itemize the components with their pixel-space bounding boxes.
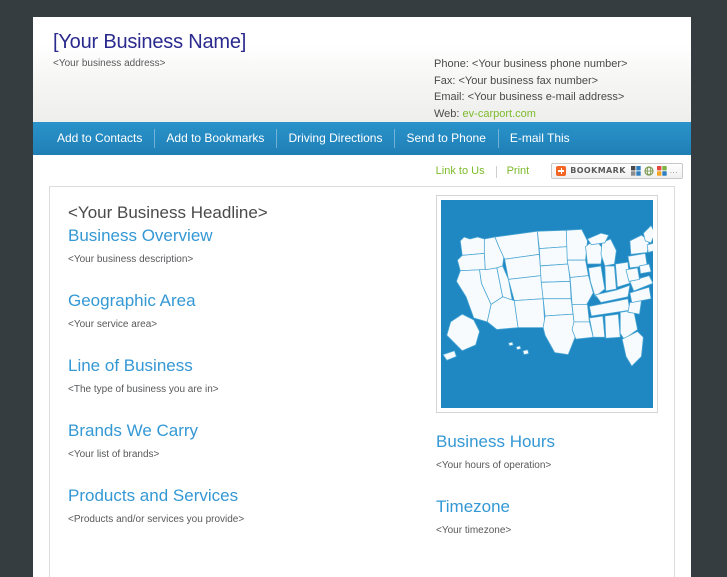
nav-add-to-contacts[interactable]: Add to Contacts <box>45 122 154 155</box>
section-heading: Geographic Area <box>68 291 196 310</box>
section-body: <Your hours of operation> <box>436 460 552 471</box>
section-body: <The type of business you are in> <box>68 384 219 395</box>
link-to-us-link[interactable]: Link to Us <box>425 165 496 177</box>
section-body: <Your list of brands> <box>68 449 160 460</box>
usa-map-icon <box>441 200 653 408</box>
right-column-sections: Business Hours <Your hours of operation>… <box>436 430 671 538</box>
section-line-of-business: Line of Business <The type of business y… <box>68 354 418 397</box>
contact-email: Email: <Your business e-mail address> <box>434 91 625 103</box>
contact-fax: Fax: <Your business fax number> <box>434 74 599 87</box>
service-area-map <box>436 195 658 413</box>
page-header: [Your Business Name] <Your business addr… <box>33 17 691 122</box>
section-heading: Line of Business <box>68 356 193 375</box>
section-heading: Timezone <box>436 497 511 516</box>
print-link[interactable]: Print <box>495 165 541 178</box>
content-right-column: Business Hours <Your hours of operation>… <box>436 195 671 538</box>
more-options-icon[interactable]: ... <box>670 166 678 175</box>
section-business-overview: Business Overview <Your business descrip… <box>68 224 418 267</box>
windows-share-icon <box>630 165 641 176</box>
bookmark-label: BOOKMARK <box>570 166 626 175</box>
utility-links-row: Link to Us Print BOOKMARK ... <box>33 155 691 186</box>
business-profile-card: [Your Business Name] <Your business addr… <box>33 17 691 577</box>
section-heading: Business Overview <box>68 226 213 245</box>
section-body: <Your timezone> <box>436 525 512 536</box>
section-heading: Products and Services <box>68 486 239 505</box>
business-headline: <Your Business Headline> <box>68 203 268 222</box>
nav-send-to-phone[interactable]: Send to Phone <box>394 122 497 155</box>
content-left-column: <Your Business Headline> Business Overvi… <box>68 201 418 527</box>
globe-icon <box>644 165 654 176</box>
section-geographic-area: Geographic Area <Your service area> <box>68 289 418 332</box>
section-heading: Business Hours <box>436 432 556 451</box>
nav-add-to-bookmarks[interactable]: Add to Bookmarks <box>154 122 276 155</box>
business-identity: [Your Business Name] <Your business addr… <box>53 30 246 70</box>
plus-icon <box>556 165 567 176</box>
profile-content-box: <Your Business Headline> Business Overvi… <box>49 186 675 577</box>
section-body: <Products and/or services you provide> <box>68 514 245 525</box>
action-navbar: Add to Contacts Add to Bookmarks Driving… <box>33 122 691 155</box>
contact-web-label: Web: <box>434 107 460 120</box>
section-body: <Your service area> <box>68 319 158 330</box>
contact-info: Phone: <Your business phone number> Fax:… <box>434 56 627 122</box>
section-business-hours: Business Hours <Your hours of operation> <box>436 430 671 473</box>
bookmark-share-button[interactable]: BOOKMARK ... <box>551 162 683 179</box>
nav-email-this[interactable]: E-mail This <box>497 122 582 155</box>
section-products-and-services: Products and Services <Products and/or s… <box>68 484 418 527</box>
social-colors-icon <box>656 165 667 176</box>
section-heading: Brands We Carry <box>68 421 199 440</box>
contact-phone: Phone: <Your business phone number> <box>434 58 628 70</box>
nav-driving-directions[interactable]: Driving Directions <box>276 122 394 155</box>
section-body: <Your business description> <box>68 254 194 265</box>
business-address: <Your business address> <box>53 58 166 69</box>
section-brands-we-carry: Brands We Carry <Your list of brands> <box>68 419 418 462</box>
contact-web: Web: ev-carport.com <box>434 106 627 123</box>
business-name: [Your Business Name] <box>53 31 247 53</box>
section-timezone: Timezone <Your timezone> <box>436 495 671 538</box>
website-link[interactable]: ev-carport.com <box>463 108 536 120</box>
